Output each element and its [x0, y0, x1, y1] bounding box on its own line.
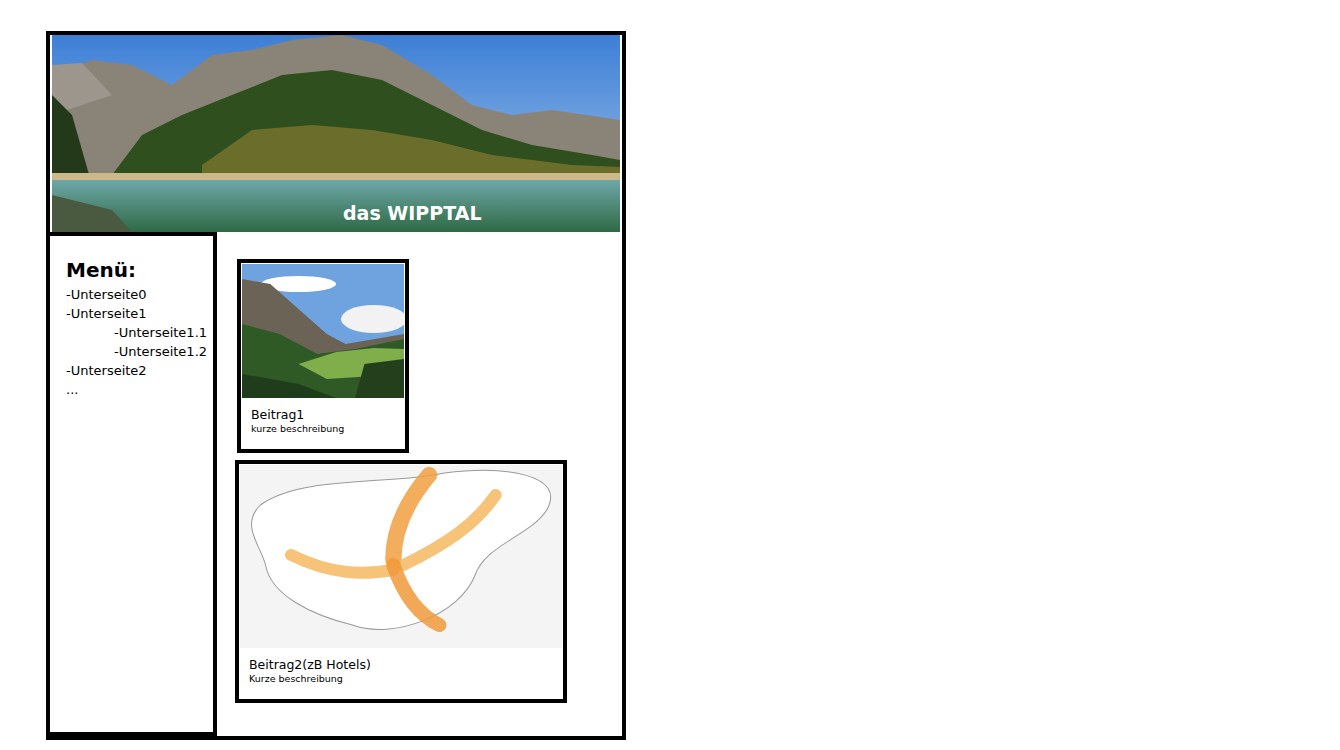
- header-banner: das WIPPTAL: [52, 35, 620, 232]
- menu-item[interactable]: -Unterseite1.2: [66, 342, 209, 361]
- page-frame: das WIPPTALMenü:-Unterseite0-Unterseite1…: [46, 31, 626, 740]
- post-title[interactable]: Beitrag1: [251, 407, 395, 423]
- menu-item[interactable]: -Unterseite1.1: [66, 323, 209, 342]
- menu-item[interactable]: -Unterseite1: [66, 304, 209, 323]
- map-image: [240, 465, 562, 648]
- menu-item[interactable]: ...: [66, 380, 209, 399]
- post-text: Beitrag1kurze beschreibung: [242, 398, 404, 448]
- menu-item[interactable]: -Unterseite0: [66, 285, 209, 304]
- menu-item[interactable]: -Unterseite2: [66, 361, 209, 380]
- page-body: Menü:-Unterseite0-Unterseite1-Unterseite…: [50, 232, 622, 736]
- post-photo: [242, 264, 404, 398]
- post-list: Beitrag1kurze beschreibung Beitrag2(zB Ho…: [217, 232, 622, 736]
- site-title: das WIPPTAL: [52, 201, 482, 232]
- post-card[interactable]: Beitrag2(zB Hotels)Kurze beschreibung: [235, 460, 567, 703]
- post-text: Beitrag2(zB Hotels)Kurze beschreibung: [240, 648, 562, 698]
- post-description: kurze beschreibung: [251, 423, 395, 435]
- post-description: Kurze beschreibung: [249, 673, 553, 685]
- post-title[interactable]: Beitrag2(zB Hotels): [249, 657, 553, 673]
- post-card[interactable]: Beitrag1kurze beschreibung: [237, 259, 409, 453]
- sidebar-menu: Menü:-Unterseite0-Unterseite1-Unterseite…: [48, 232, 217, 736]
- menu-title: Menü:: [66, 258, 209, 282]
